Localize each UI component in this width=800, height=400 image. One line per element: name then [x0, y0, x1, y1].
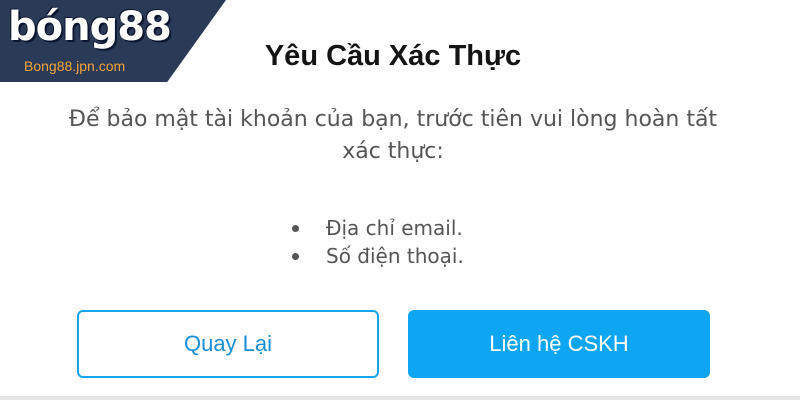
contact-support-button[interactable]: Liên hệ CSKH: [408, 310, 710, 378]
requirement-email: Địa chỉ email.: [326, 216, 463, 240]
divider: [0, 396, 800, 400]
dialog-description: Để bảo mật tài khoản của bạn, trước tiên…: [68, 107, 718, 164]
bullet-icon: [292, 225, 299, 232]
dialog-title: Yêu Cầu Xác Thực: [264, 40, 522, 72]
back-button-label: Quay Lại: [183, 331, 273, 356]
verification-dialog: bóng88 Bong88.jpn.com Yêu Cầu Xác Thực Đ…: [0, 0, 800, 400]
back-button[interactable]: Quay Lại: [77, 310, 379, 378]
list-item: Địa chỉ email.: [292, 214, 464, 242]
contact-support-button-label: Liên hệ CSKH: [489, 331, 629, 356]
requirements-list: Địa chỉ email. Số điện thoại.: [292, 214, 464, 270]
requirement-phone: Số điện thoại.: [326, 244, 464, 268]
bullet-icon: [292, 253, 299, 260]
list-item: Số điện thoại.: [292, 242, 464, 270]
